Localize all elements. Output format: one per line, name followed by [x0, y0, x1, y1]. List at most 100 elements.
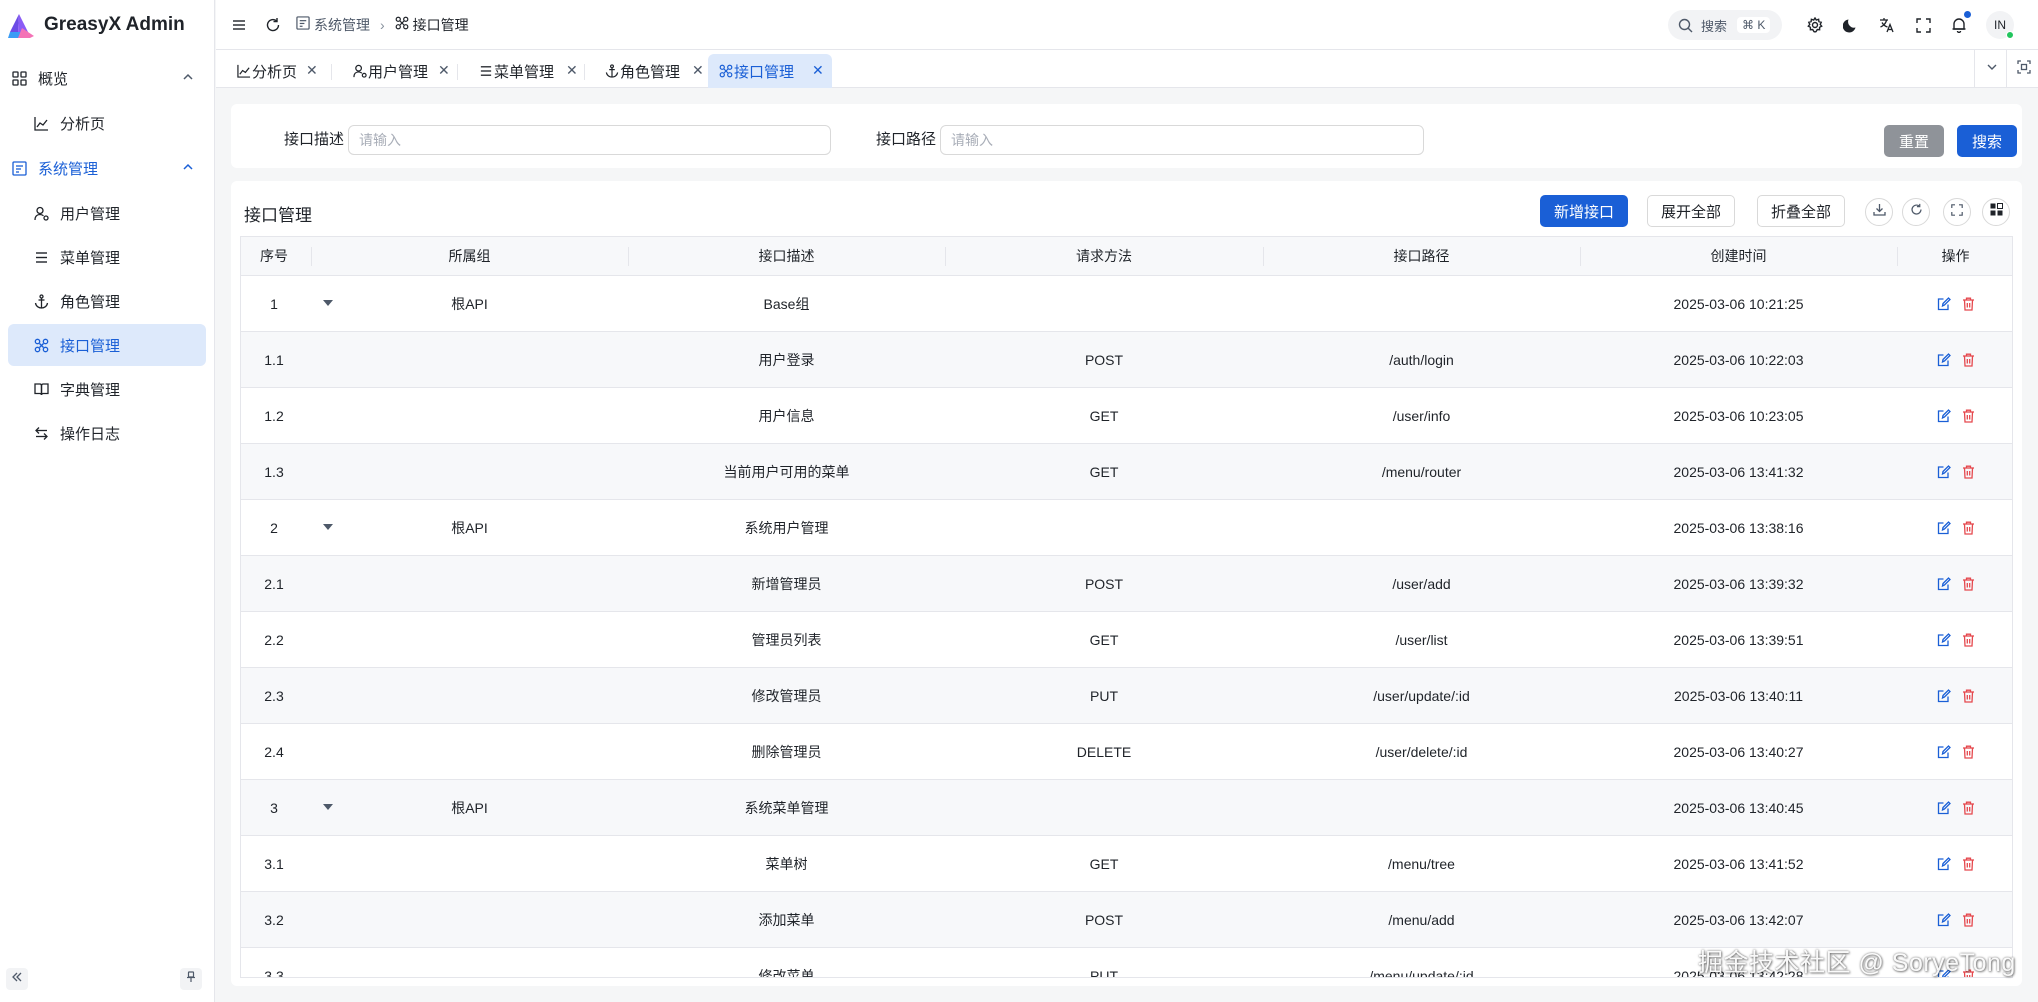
delete-icon[interactable]: [1960, 856, 1976, 872]
scan-frame-icon: [2016, 59, 2031, 79]
tab-menus[interactable]: 菜单管理 ✕: [468, 54, 580, 88]
delete-icon[interactable]: [1960, 800, 1976, 816]
sidebar-item-label: 用户管理: [60, 205, 121, 223]
edit-icon[interactable]: [1936, 856, 1952, 872]
edit-icon[interactable]: [1936, 408, 1952, 424]
table-header: 序号 所属组 接口描述 请求方法 接口路径 创建时间 操作: [241, 237, 2012, 276]
close-tab-icon[interactable]: ✕: [306, 62, 318, 79]
close-tab-icon[interactable]: ✕: [438, 62, 450, 79]
column-header: 接口描述: [758, 248, 815, 264]
delete-icon[interactable]: [1960, 408, 1976, 424]
edit-icon[interactable]: [1936, 576, 1952, 592]
delete-icon[interactable]: [1960, 464, 1976, 480]
delete-icon[interactable]: [1960, 688, 1976, 704]
sidebar-item-api[interactable]: 接口管理: [8, 324, 206, 366]
cell-path: /user/list: [1395, 632, 1448, 648]
settings-gear-icon[interactable]: [1804, 14, 1826, 36]
tab-users[interactable]: 用户管理 ✕: [342, 54, 452, 88]
desc-input[interactable]: [348, 125, 831, 155]
tab-api[interactable]: 接口管理 ✕: [708, 54, 832, 88]
breadcrumb-item-system[interactable]: 系统管理: [296, 15, 370, 35]
tab-label: 分析页: [252, 63, 298, 81]
reset-button[interactable]: 重置: [1884, 125, 1944, 157]
breadcrumb-item-api[interactable]: 接口管理: [395, 15, 469, 35]
translate-icon[interactable]: [1876, 14, 1898, 36]
add-api-button[interactable]: 新增接口: [1540, 195, 1628, 227]
cell-no: 3: [270, 800, 278, 816]
pin-sidebar-button[interactable]: [180, 968, 202, 990]
column-settings-button[interactable]: [1982, 198, 2010, 226]
app-logo[interactable]: GreasyX Admin: [0, 0, 214, 50]
cell-group: 根API: [451, 800, 488, 816]
collapse-sidebar-button[interactable]: [6, 968, 28, 990]
edit-icon[interactable]: [1936, 520, 1952, 536]
sidebar-group-system[interactable]: 系统管理: [0, 146, 214, 190]
cell-desc: 用户登录: [758, 352, 815, 368]
global-search-button[interactable]: 搜索 ⌘ K: [1668, 10, 1782, 40]
edit-icon[interactable]: [1936, 800, 1952, 816]
arrows-swap-icon: [32, 424, 50, 442]
breadcrumb-label: 接口管理: [412, 16, 469, 33]
search-button[interactable]: 搜索: [1957, 125, 2017, 157]
tab-roles[interactable]: 角色管理 ✕: [594, 54, 706, 88]
tab-analytics[interactable]: 分析页 ✕: [226, 54, 318, 88]
tabs-more-button[interactable]: [1974, 50, 2008, 88]
chevron-up-icon: [182, 160, 194, 177]
search-icon: [1678, 18, 1693, 33]
breadcrumb-separator-icon: ›: [380, 16, 385, 33]
edit-icon[interactable]: [1936, 464, 1952, 480]
sidebar-item-logs[interactable]: 操作日志: [8, 412, 206, 454]
tab-maximize-button[interactable]: [2006, 50, 2038, 88]
chevrons-left-icon: [11, 970, 23, 988]
cell-path: /menu/update/:id: [1369, 968, 1474, 978]
close-tab-icon[interactable]: ✕: [692, 62, 704, 79]
edit-icon[interactable]: [1936, 296, 1952, 312]
delete-icon[interactable]: [1960, 912, 1976, 928]
line-chart-icon: [32, 114, 50, 132]
delete-icon[interactable]: [1960, 632, 1976, 648]
path-input[interactable]: [940, 125, 1424, 155]
edit-icon[interactable]: [1936, 352, 1952, 368]
delete-icon[interactable]: [1960, 744, 1976, 760]
edit-icon[interactable]: [1936, 912, 1952, 928]
table-fullscreen-button[interactable]: [1943, 198, 1971, 226]
sidebar-footer: [0, 968, 215, 996]
reload-table-button[interactable]: [1902, 198, 1930, 226]
sidebar-group-overview[interactable]: 概览: [0, 56, 214, 100]
fullscreen-icon[interactable]: [1912, 14, 1934, 36]
delete-icon[interactable]: [1960, 576, 1976, 592]
close-tab-icon[interactable]: ✕: [566, 62, 578, 79]
cell-method: PUT: [1090, 968, 1118, 978]
cell-path: /menu/add: [1388, 912, 1455, 928]
sidebar-item-menus[interactable]: 菜单管理: [8, 236, 206, 278]
delete-icon[interactable]: [1960, 296, 1976, 312]
delete-icon[interactable]: [1960, 520, 1976, 536]
sidebar-item-users[interactable]: 用户管理: [8, 192, 206, 234]
cell-time: 2025-03-06 13:39:32: [1673, 576, 1804, 592]
collapse-all-button[interactable]: 折叠全部: [1757, 195, 1845, 227]
sidebar-item-label: 菜单管理: [60, 249, 121, 267]
refresh-icon[interactable]: [262, 14, 284, 36]
api-nodes-icon: [32, 336, 50, 354]
table-row: 2.2 管理员列表 GET /user/list 2025-03-06 13:3…: [241, 612, 2012, 668]
cell-method: [945, 276, 1263, 332]
table-title: 接口管理: [244, 206, 312, 225]
sidebar-item-dictionary[interactable]: 字典管理: [8, 368, 206, 410]
edit-icon[interactable]: [1936, 632, 1952, 648]
dark-mode-moon-icon[interactable]: [1840, 14, 1862, 36]
export-button[interactable]: [1865, 198, 1893, 226]
table-row: 3.2 添加菜单 POST /menu/add 2025-03-06 13:42…: [241, 892, 2012, 948]
table-row: 3 根API 系统菜单管理 2025-03-06 13:40:45: [241, 780, 2012, 836]
hamburger-menu-icon[interactable]: [228, 14, 250, 36]
expand-all-button[interactable]: 展开全部: [1647, 195, 1735, 227]
cell-no: 1.1: [264, 352, 284, 368]
delete-icon[interactable]: [1960, 352, 1976, 368]
cell-desc: 新增管理员: [751, 576, 822, 592]
tab-label: 用户管理: [368, 63, 429, 81]
edit-icon[interactable]: [1936, 744, 1952, 760]
edit-icon[interactable]: [1936, 688, 1952, 704]
sidebar-item-analytics[interactable]: 分析页: [8, 102, 206, 144]
sidebar-item-roles[interactable]: 角色管理: [8, 280, 206, 322]
breadcrumb: 系统管理 › 接口管理: [296, 15, 469, 35]
close-tab-icon[interactable]: ✕: [812, 62, 824, 79]
